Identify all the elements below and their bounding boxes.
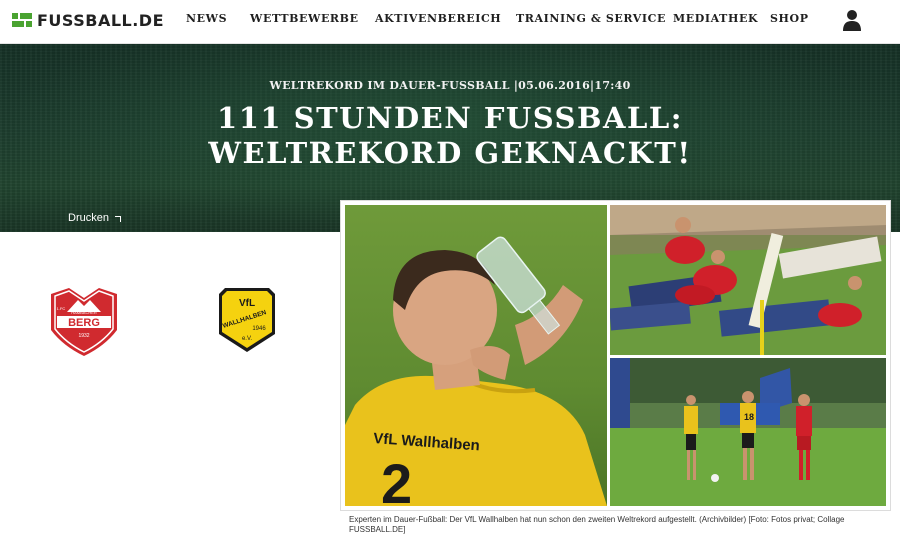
print-button[interactable]: Drucken [68, 212, 121, 224]
print-label: Drucken [68, 212, 109, 224]
home-club-crest[interactable]: BERG HAMBACHER 1.FC 1932 [45, 286, 123, 358]
external-arrow-icon [114, 216, 121, 222]
nav-item-shop[interactable]: SHOP [770, 12, 809, 25]
article-kicker: WELTREKORD IM DAUER-FUSSBALL |05.06.2016… [269, 79, 631, 92]
photo-caption: Experten im Dauer-Fußball: Der VfL Wallh… [349, 515, 845, 534]
logo-mark-icon [12, 13, 32, 27]
top-navigation: FUSSBALL.DE NEWS WETTBEWERBE AKTIVENBERE… [0, 0, 900, 44]
nav-item-aktivenbereich[interactable]: AKTIVENBEREICH [375, 12, 501, 25]
site-logo[interactable]: FUSSBALL.DE [12, 10, 164, 30]
home-crest-top: 1.FC [57, 306, 66, 311]
home-crest-main: BERG [68, 317, 100, 329]
player-number-right: 18 [744, 412, 754, 422]
jersey-number: 2 [381, 452, 412, 506]
away-crest-year: 1946 [252, 326, 266, 332]
photo-player-drinking: VfL Wallhalben 2 [345, 205, 607, 506]
away-club-crest[interactable]: VfL WALLHALBEN 1946 e.V. [215, 284, 279, 356]
article-headline: 111 STUNDEN FUSSBALL: WELTREKORD GEKNACK… [0, 101, 900, 171]
away-crest-ev: e.V. [242, 336, 252, 342]
photo-match-scene: 18 [610, 358, 886, 506]
nav-item-training-service[interactable]: TRAINING & SERVICE [516, 12, 666, 25]
logo-text: FUSSBALL.DE [37, 10, 165, 30]
home-crest-bottom: 1932 [78, 333, 89, 339]
away-crest-top: VfL [239, 298, 255, 309]
nav-item-mediathek[interactable]: MEDIATHEK [673, 12, 758, 25]
user-icon[interactable] [842, 9, 862, 31]
headline-line-2: WELTREKORD GEKNACKT! [208, 136, 692, 170]
home-crest-small: HAMBACHER [71, 310, 97, 315]
nav-item-news[interactable]: NEWS [186, 12, 227, 25]
headline-line-1: 111 STUNDEN FUSSBALL: [217, 101, 683, 135]
nav-item-wettbewerbe[interactable]: WETTBEWERBE [250, 12, 359, 25]
photo-players-resting [610, 205, 886, 355]
